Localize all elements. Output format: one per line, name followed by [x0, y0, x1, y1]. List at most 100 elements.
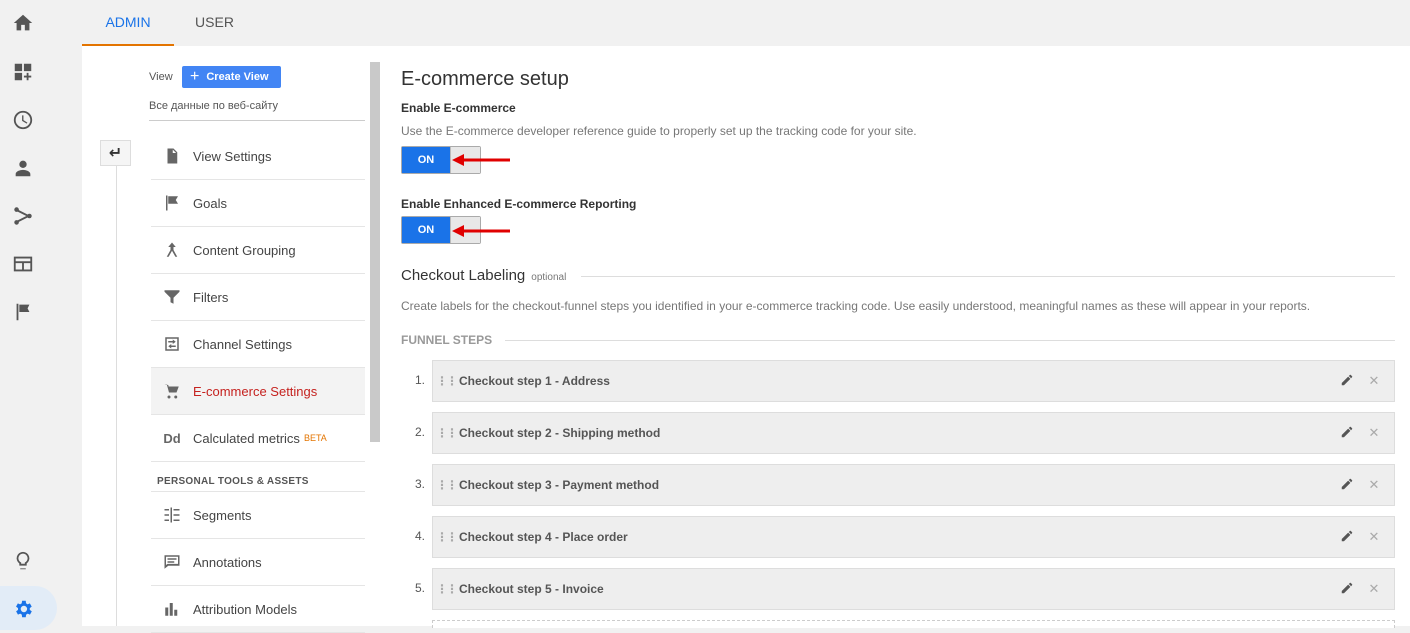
- toggle-on-label: ON: [402, 217, 450, 243]
- drag-handle-icon[interactable]: ⋮⋮: [433, 582, 459, 596]
- nav-scrollbar[interactable]: [370, 62, 380, 442]
- nav-item-channel-settings[interactable]: Channel Settings: [151, 321, 365, 368]
- section-title: PERSONAL TOOLS & ASSETS: [151, 462, 365, 492]
- annotation-icon: [161, 552, 183, 572]
- admin-main-panel: View + Create View Все данные по веб-сай…: [82, 46, 1410, 633]
- funnel-step-label: Checkout step 2 - Shipping method: [459, 426, 661, 440]
- drag-handle-icon[interactable]: ⋮⋮: [433, 426, 459, 440]
- step-number: 2.: [414, 425, 425, 439]
- nav-item-filters[interactable]: Filters: [151, 274, 365, 321]
- nav-item-label: Channel Settings: [193, 336, 293, 352]
- add-funnel-step-placeholder[interactable]: [432, 620, 1395, 628]
- nav-item-view-settings[interactable]: View Settings: [151, 133, 365, 180]
- filter-icon: [161, 287, 183, 307]
- back-arrow-button[interactable]: ↵: [100, 140, 131, 166]
- view-nav-list: View Settings Goals Content Grouping Fil…: [151, 133, 365, 633]
- funnel-divider: [505, 340, 1395, 341]
- segments-icon: [161, 505, 183, 525]
- optional-tag: optional: [531, 272, 567, 283]
- home-icon[interactable]: [11, 11, 35, 35]
- cart-icon: [161, 381, 183, 401]
- remove-close-icon[interactable]: ✕: [1366, 581, 1382, 597]
- bar-chart-icon: [161, 599, 183, 619]
- behavior-icon[interactable]: [11, 252, 35, 276]
- step-number: 3.: [414, 477, 425, 491]
- grouping-icon: [161, 240, 183, 260]
- lightbulb-icon[interactable]: [11, 549, 35, 573]
- nav-item-annotations[interactable]: Annotations: [151, 539, 365, 586]
- remove-close-icon[interactable]: ✕: [1366, 425, 1382, 441]
- remove-close-icon[interactable]: ✕: [1366, 373, 1382, 389]
- toggle-on-label: ON: [402, 147, 450, 173]
- remove-close-icon[interactable]: ✕: [1366, 477, 1382, 493]
- view-selector[interactable]: Все данные по веб-сайту: [149, 100, 365, 121]
- gear-icon[interactable]: [11, 597, 35, 621]
- flag-icon[interactable]: [11, 300, 35, 324]
- clock-icon[interactable]: [11, 108, 35, 132]
- tab-admin[interactable]: ADMIN: [82, 0, 174, 46]
- checkout-labeling-description: Create labels for the checkout-funnel st…: [401, 299, 1311, 313]
- tree-connector: [116, 166, 117, 626]
- edit-pencil-icon[interactable]: [1340, 581, 1356, 597]
- funnel-step-row[interactable]: ⋮⋮ Checkout step 4 - Place order ✕: [432, 516, 1395, 558]
- funnel-steps-heading: FUNNEL STEPS: [401, 333, 493, 347]
- left-rail: [0, 0, 57, 631]
- funnel-step-row[interactable]: ⋮⋮ Checkout step 5 - Invoice ✕: [432, 568, 1395, 610]
- remove-close-icon[interactable]: ✕: [1366, 529, 1382, 545]
- nav-item-calculated-metrics[interactable]: Dd Calculated metrics BETA: [151, 415, 365, 462]
- step-number: 1.: [414, 373, 425, 387]
- funnel-step-row[interactable]: ⋮⋮ Checkout step 1 - Address ✕: [432, 360, 1395, 402]
- channel-icon: [161, 334, 183, 354]
- enable-ecommerce-label: Enable E-commerce: [401, 101, 516, 115]
- nav-item-content-grouping[interactable]: Content Grouping: [151, 227, 365, 274]
- funnel-step-row[interactable]: ⋮⋮ Checkout step 2 - Shipping method ✕: [432, 412, 1395, 454]
- tab-user[interactable]: USER: [174, 0, 255, 46]
- flag-icon: [161, 193, 183, 213]
- funnel-step-label: Checkout step 1 - Address: [459, 374, 610, 388]
- beta-badge: BETA: [303, 433, 327, 443]
- dd-icon: Dd: [163, 430, 181, 446]
- funnel-step-row[interactable]: ⋮⋮ Checkout step 3 - Payment method ✕: [432, 464, 1395, 506]
- drag-handle-icon[interactable]: ⋮⋮: [433, 374, 459, 388]
- edit-pencil-icon[interactable]: [1340, 425, 1356, 441]
- plus-icon: +: [190, 68, 200, 85]
- red-arrow-annotation: [452, 225, 510, 237]
- dashboard-icon[interactable]: [11, 60, 35, 84]
- edit-pencil-icon[interactable]: [1340, 529, 1356, 545]
- nav-item-label: Content Grouping: [193, 242, 296, 258]
- nav-item-label: E-commerce Settings: [193, 383, 318, 399]
- back-arrow-icon: ↵: [108, 145, 123, 162]
- step-number: 4.: [414, 529, 425, 543]
- drag-handle-icon[interactable]: ⋮⋮: [433, 478, 459, 492]
- funnel-step-label: Checkout step 5 - Invoice: [459, 582, 604, 596]
- create-view-button[interactable]: + Create View: [182, 66, 281, 88]
- nav-item-segments[interactable]: Segments: [151, 492, 365, 539]
- heading-divider: [581, 276, 1395, 277]
- edit-pencil-icon[interactable]: [1340, 477, 1356, 493]
- enable-ecommerce-description: Use the E-commerce developer reference g…: [401, 124, 917, 138]
- funnel-step-label: Checkout step 4 - Place order: [459, 530, 628, 544]
- nav-item-label: View Settings: [193, 148, 272, 164]
- nav-item-label: Calculated metrics: [193, 430, 300, 446]
- red-arrow-annotation: [452, 154, 510, 166]
- person-icon[interactable]: [11, 156, 35, 180]
- nav-item-ecommerce-settings[interactable]: E-commerce Settings: [151, 368, 365, 415]
- create-view-label: Create View: [206, 71, 269, 83]
- nav-item-label: Filters: [193, 289, 229, 305]
- nav-item-attribution-models[interactable]: Attribution Models: [151, 586, 365, 633]
- nav-item-label: Segments: [193, 507, 252, 523]
- nav-item-label: Annotations: [193, 554, 262, 570]
- page-title: E-commerce setup: [401, 68, 569, 90]
- funnel-step-label: Checkout step 3 - Payment method: [459, 478, 660, 492]
- checkout-labeling-title: Checkout Labeling: [401, 267, 526, 284]
- nav-item-label: Goals: [193, 195, 227, 211]
- enable-enhanced-label: Enable Enhanced E-commerce Reporting: [401, 197, 637, 211]
- nav-item-label: Attribution Models: [193, 601, 298, 617]
- document-icon: [161, 146, 183, 166]
- view-column-label: View: [149, 71, 173, 83]
- step-number: 5.: [414, 581, 425, 595]
- acquisition-icon[interactable]: [11, 204, 35, 228]
- drag-handle-icon[interactable]: ⋮⋮: [433, 530, 459, 544]
- nav-item-goals[interactable]: Goals: [151, 180, 365, 227]
- edit-pencil-icon[interactable]: [1340, 373, 1356, 389]
